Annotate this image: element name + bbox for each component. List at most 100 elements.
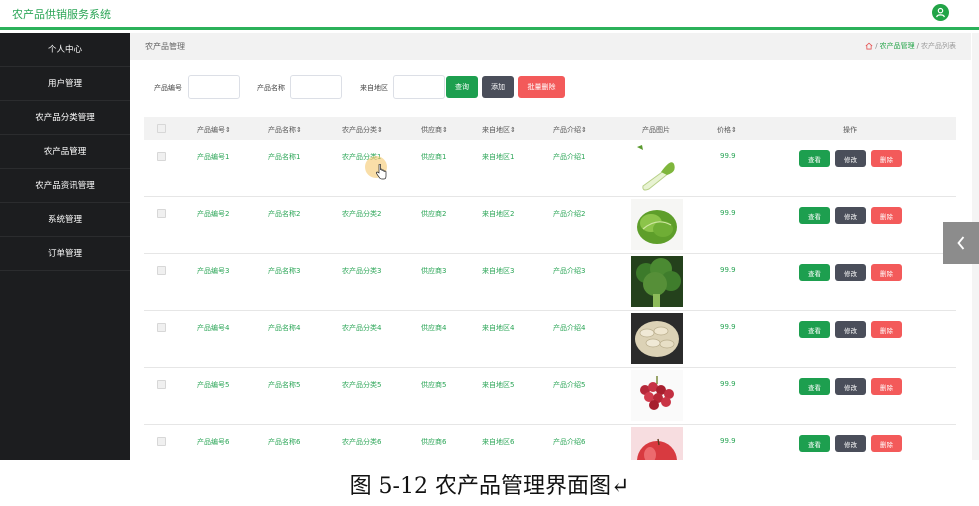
- header-image: 产品图片: [642, 126, 670, 134]
- cell-intro: 产品介绍1: [553, 153, 586, 161]
- product-table: 产品编号⇕ 产品名称⇕ 农产品分类⇕ 供应商⇕ 来自地区⇕ 产品介绍⇕ 产品图片…: [144, 117, 956, 460]
- delete-button[interactable]: 删除: [871, 321, 902, 338]
- delete-button[interactable]: 删除: [871, 207, 902, 224]
- delete-button[interactable]: 删除: [871, 435, 902, 452]
- cell-product-code: 产品编号5: [197, 381, 230, 389]
- cell-price: 99.9: [720, 437, 736, 445]
- cell-product-code: 产品编号2: [197, 210, 230, 218]
- breadcrumb-section[interactable]: 农产品管理: [880, 41, 915, 51]
- user-icon[interactable]: [932, 4, 949, 21]
- edit-button[interactable]: 修改: [835, 378, 866, 395]
- product-name-label: 产品名称: [257, 84, 285, 92]
- cell-category: 农产品分类3: [342, 267, 382, 275]
- search-bar: 产品编号 产品名称 来自地区 查询 添加 批量删除: [130, 75, 971, 101]
- breadcrumb-current: 农产品列表: [921, 42, 956, 50]
- sidebar-item-category-management[interactable]: 农产品分类管理: [0, 101, 130, 135]
- sidebar-item-system-management[interactable]: 系统管理: [0, 203, 130, 237]
- lettuce-image: [631, 199, 683, 250]
- header-region[interactable]: 来自地区⇕: [482, 125, 516, 135]
- add-button[interactable]: 添加: [482, 76, 514, 98]
- cell-region: 来自地区6: [482, 438, 515, 446]
- region-label: 来自地区: [360, 84, 388, 92]
- cell-product-code: 产品编号3: [197, 267, 230, 275]
- view-button[interactable]: 查看: [799, 207, 830, 224]
- table-row: 产品编号5 产品名称5 农产品分类5 供应商5 来自地区5 产品介绍5 99.9…: [144, 368, 956, 425]
- cell-category: 农产品分类5: [342, 381, 382, 389]
- row-checkbox[interactable]: [157, 266, 166, 275]
- row-checkbox[interactable]: [157, 152, 166, 161]
- cell-product-code: 产品编号4: [197, 324, 230, 332]
- cell-category: 农产品分类6: [342, 438, 382, 446]
- view-button[interactable]: 查看: [799, 378, 830, 395]
- cell-product-name: 产品名称6: [268, 438, 301, 446]
- table-row: 产品编号1 产品名称1 农产品分类1 供应商1 来自地区1 产品介绍1 99.9…: [144, 140, 956, 197]
- header-product-code[interactable]: 产品编号⇕: [197, 125, 231, 135]
- delete-button[interactable]: 删除: [871, 264, 902, 281]
- collapse-panel-button[interactable]: [943, 222, 979, 264]
- region-input[interactable]: [393, 75, 445, 99]
- row-checkbox[interactable]: [157, 323, 166, 332]
- view-button[interactable]: 查看: [799, 264, 830, 281]
- cell-price: 99.9: [720, 152, 736, 160]
- header-actions: 操作: [843, 126, 857, 134]
- table-header: 产品编号⇕ 产品名称⇕ 农产品分类⇕ 供应商⇕ 来自地区⇕ 产品介绍⇕ 产品图片…: [144, 117, 956, 140]
- breadcrumb: / 农产品管理 / 农产品列表: [865, 41, 956, 51]
- cell-price: 99.9: [720, 209, 736, 217]
- batch-delete-button[interactable]: 批量删除: [518, 76, 565, 98]
- select-all-checkbox[interactable]: [157, 124, 166, 133]
- edit-button[interactable]: 修改: [835, 150, 866, 167]
- query-button[interactable]: 查询: [446, 76, 478, 98]
- cell-supplier: 供应商1: [421, 153, 447, 161]
- sidebar-item-order-management[interactable]: 订单管理: [0, 237, 130, 271]
- table-row: 产品编号4 产品名称4 农产品分类4 供应商4 来自地区4 产品介绍4 99.9…: [144, 311, 956, 368]
- main-content: 农产品管理 / 农产品管理 / 农产品列表 产品编号 产品名称 来自地区 查询 …: [130, 33, 979, 460]
- cell-region: 来自地区5: [482, 381, 515, 389]
- cell-region: 来自地区1: [482, 153, 515, 161]
- cell-intro: 产品介绍2: [553, 210, 586, 218]
- sidebar-item-news-management[interactable]: 农产品资讯管理: [0, 169, 130, 203]
- header-intro[interactable]: 产品介绍⇕: [553, 125, 587, 135]
- product-code-input[interactable]: [188, 75, 240, 99]
- cell-intro: 产品介绍3: [553, 267, 586, 275]
- edit-button[interactable]: 修改: [835, 321, 866, 338]
- home-icon[interactable]: [865, 42, 873, 50]
- cell-intro: 产品介绍6: [553, 438, 586, 446]
- header-category[interactable]: 农产品分类⇕: [342, 125, 383, 135]
- product-name-input[interactable]: [290, 75, 342, 99]
- cell-product-name: 产品名称3: [268, 267, 301, 275]
- cell-intro: 产品介绍4: [553, 324, 586, 332]
- row-checkbox[interactable]: [157, 380, 166, 389]
- view-button[interactable]: 查看: [799, 435, 830, 452]
- header-supplier[interactable]: 供应商⇕: [421, 125, 448, 135]
- view-button[interactable]: 查看: [799, 321, 830, 338]
- row-checkbox[interactable]: [157, 209, 166, 218]
- cell-supplier: 供应商6: [421, 438, 447, 446]
- delete-button[interactable]: 删除: [871, 378, 902, 395]
- header-price[interactable]: 价格⇕: [717, 125, 737, 135]
- cell-price: 99.9: [720, 380, 736, 388]
- cell-product-code: 产品编号6: [197, 438, 230, 446]
- cell-region: 来自地区2: [482, 210, 515, 218]
- edit-button[interactable]: 修改: [835, 435, 866, 452]
- cell-category: 农产品分类2: [342, 210, 382, 218]
- edit-button[interactable]: 修改: [835, 207, 866, 224]
- product-code-label: 产品编号: [154, 84, 182, 92]
- cell-supplier: 供应商5: [421, 381, 447, 389]
- sidebar-item-product-management[interactable]: 农产品管理: [0, 135, 130, 169]
- row-checkbox[interactable]: [157, 437, 166, 446]
- table-row: 产品编号2 产品名称2 农产品分类2 供应商2 来自地区2 产品介绍2 99.9…: [144, 197, 956, 254]
- delete-button[interactable]: 删除: [871, 150, 902, 167]
- breadcrumb-separator: /: [875, 42, 878, 50]
- breadcrumb-bar: 农产品管理 / 农产品管理 / 农产品列表: [130, 33, 971, 60]
- table-row: 产品编号6 产品名称6 农产品分类6 供应商6 来自地区6 产品介绍6 99.9…: [144, 425, 956, 460]
- edit-button[interactable]: 修改: [835, 264, 866, 281]
- header-product-name[interactable]: 产品名称⇕: [268, 125, 302, 135]
- cell-product-code: 产品编号1: [197, 153, 230, 161]
- page-title: 农产品管理: [145, 42, 185, 51]
- grapes-image: [631, 370, 683, 421]
- sidebar: 个人中心 用户管理 农产品分类管理 农产品管理 农产品资讯管理 系统管理 订单管…: [0, 33, 130, 460]
- sidebar-item-personal-center[interactable]: 个人中心: [0, 33, 130, 67]
- sidebar-item-user-management[interactable]: 用户管理: [0, 67, 130, 101]
- view-button[interactable]: 查看: [799, 150, 830, 167]
- top-header: 农产品供销服务系统: [0, 0, 979, 30]
